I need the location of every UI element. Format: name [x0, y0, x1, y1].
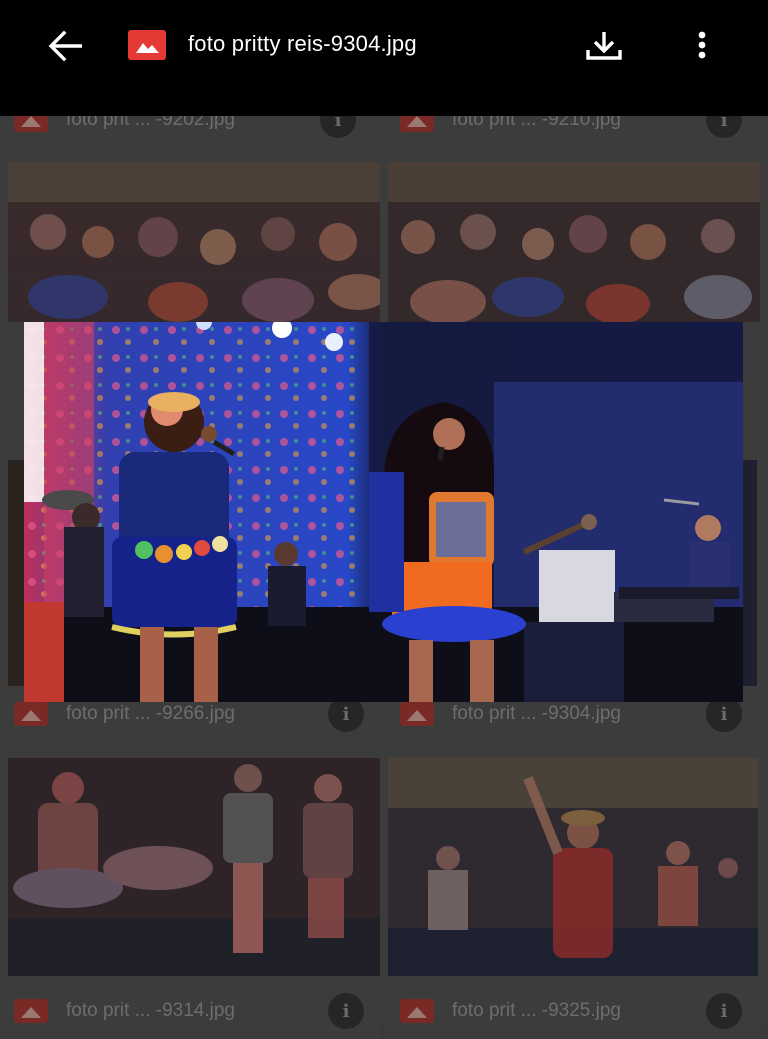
- stage-performance-photo: [24, 322, 743, 702]
- tile-footer-9314[interactable]: foto prit ... -9314.jpg i: [0, 983, 380, 1039]
- image-file-icon: [400, 999, 434, 1023]
- image-file-icon: [128, 30, 166, 60]
- tile-edge: [8, 460, 24, 690]
- grid-tile-9314[interactable]: [8, 758, 380, 976]
- tile-edge: [743, 460, 757, 690]
- arrow-back-icon[interactable]: [44, 28, 88, 64]
- tile-filename: foto prit ... -9304.jpg: [452, 703, 621, 724]
- more-vert-icon[interactable]: [688, 26, 716, 66]
- image-file-icon: [400, 702, 434, 726]
- top-app-bar: foto pritty reis-9304.jpg: [0, 0, 768, 116]
- image-viewer[interactable]: [24, 322, 743, 702]
- grid-tile-9325[interactable]: [388, 758, 760, 976]
- tile-photo: [8, 758, 380, 976]
- tile-filename: foto prit ... -9266.jpg: [66, 703, 235, 724]
- page-title: foto pritty reis-9304.jpg: [188, 31, 417, 56]
- tile-filename: foto prit ... -9325.jpg: [452, 1000, 621, 1021]
- tile-photo: [388, 758, 760, 976]
- image-file-icon: [14, 999, 48, 1023]
- quadrilha-dancers-photo: [8, 758, 380, 976]
- tile-filename: foto prit ... -9314.jpg: [66, 1000, 235, 1021]
- image-file-icon: [14, 702, 48, 726]
- festival-dancer-photo: [388, 758, 758, 976]
- download-icon[interactable]: [582, 26, 626, 66]
- tile-footer-9325[interactable]: foto prit ... -9325.jpg i: [386, 983, 758, 1039]
